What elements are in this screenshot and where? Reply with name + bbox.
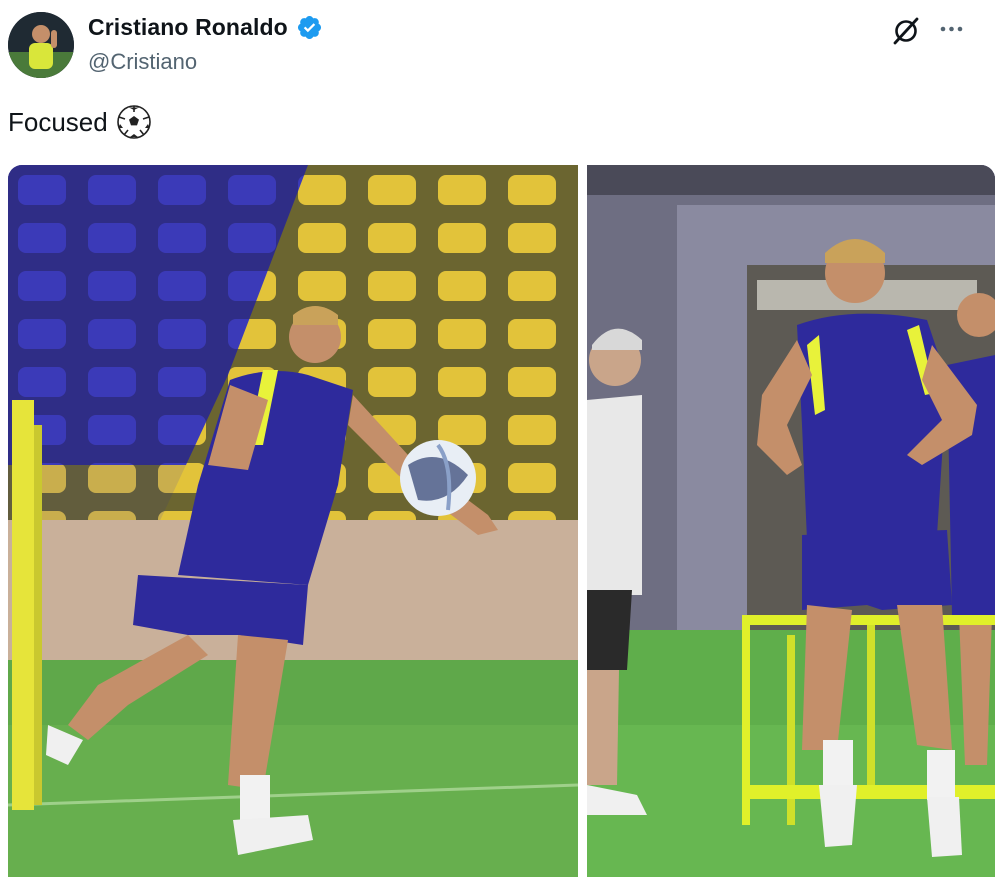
verified-badge-icon [296, 14, 323, 41]
avatar[interactable] [8, 12, 74, 78]
author-name-row: Cristiano Ronaldo [88, 14, 323, 41]
avatar-image [8, 12, 74, 78]
photo-running-drill-image [587, 165, 995, 877]
tweet-text-content: Focused [8, 106, 108, 137]
tweet-text: Focused [8, 104, 152, 140]
display-name[interactable]: Cristiano Ronaldo [88, 14, 288, 41]
author-handle[interactable]: @Cristiano [88, 49, 197, 75]
soccer-ball-emoji [116, 104, 152, 140]
photo-running-drill[interactable] [587, 165, 995, 877]
photo-kicking-ball[interactable] [8, 165, 578, 877]
tweet-header: Cristiano Ronaldo @Cristiano [0, 0, 1000, 90]
more-options-icon[interactable] [932, 14, 970, 44]
grok-icon[interactable] [889, 14, 923, 48]
photo-kicking-ball-image [8, 165, 578, 877]
